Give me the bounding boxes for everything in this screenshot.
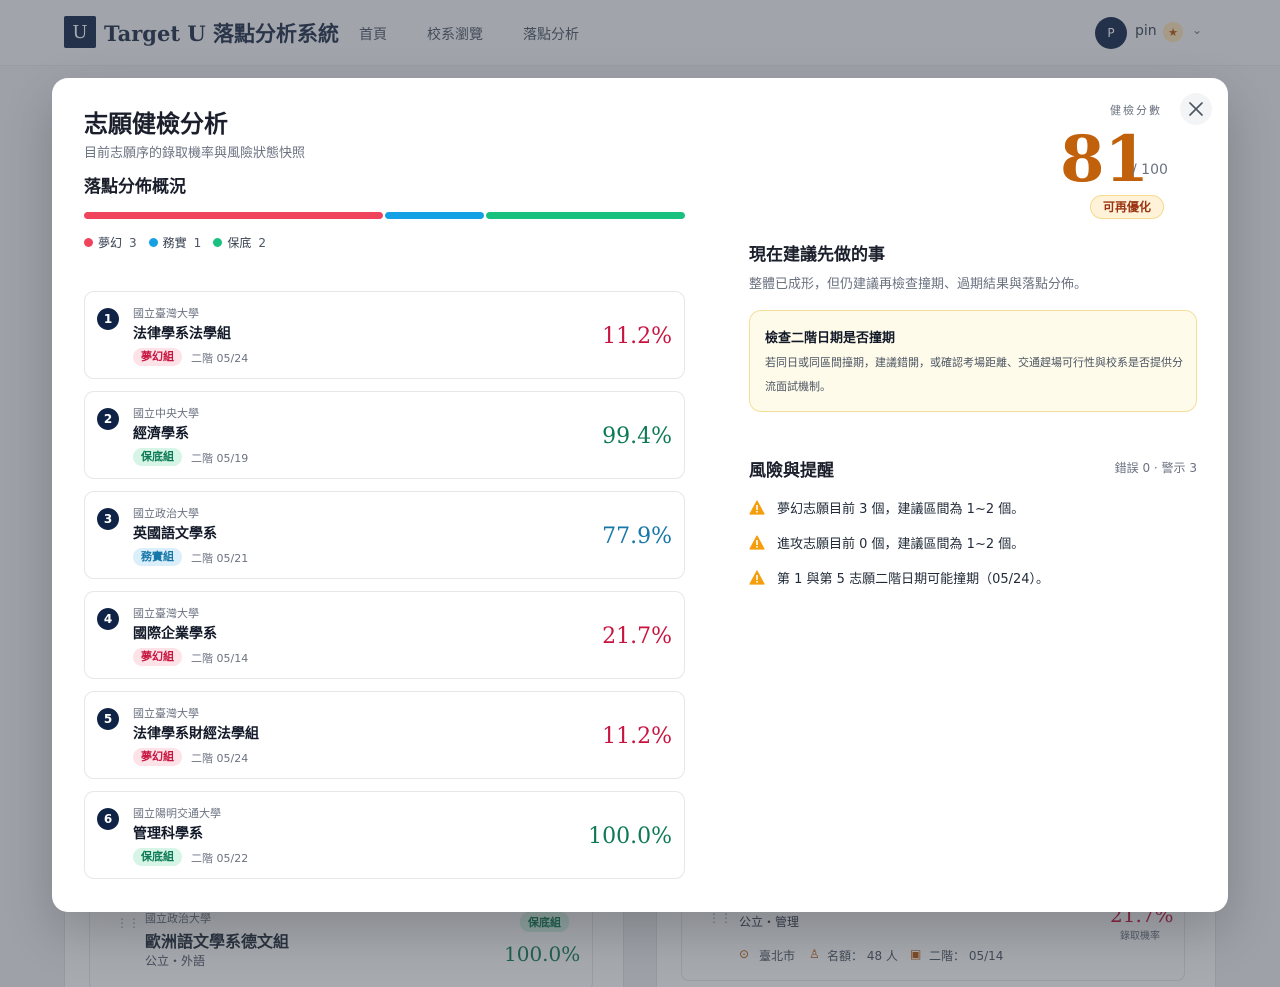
department-name: 英國語文學系 <box>133 526 217 542</box>
group-tag: 夢幻組 <box>133 348 182 366</box>
choice-item[interactable]: 1 國立臺灣大學法律學系法學組 夢幻組 二階 05/24 11.2% <box>84 291 685 379</box>
legend-label: 夢幻 <box>98 236 123 250</box>
distribution-segment <box>486 212 685 219</box>
warning-icon <box>749 500 765 515</box>
admission-probability: 11.2% <box>602 324 672 349</box>
close-button[interactable] <box>1180 93 1212 125</box>
legend-count: 1 <box>193 235 202 250</box>
risks-title: 風險與提醒 <box>749 461 834 481</box>
tip-card: 檢查二階日期是否撞期 若同日或同區間撞期，建議錯開，或確認考場距離、交通趕場可行… <box>749 310 1197 412</box>
score-label: 健檢分數 <box>1110 104 1162 117</box>
choice-item[interactable]: 3 國立政治大學英國語文學系 務實組 二階 05/21 77.9% <box>84 491 685 579</box>
warning-icon <box>749 570 765 585</box>
rank-number: 2 <box>97 408 119 430</box>
legend-item: 務實 1 <box>148 234 202 251</box>
distribution-title: 落點分佈概況 <box>84 177 186 197</box>
group-tag: 保底組 <box>133 448 182 466</box>
stage2-date: 二階 05/19 <box>191 452 249 465</box>
score-badge: 可再優化 <box>1090 195 1165 219</box>
risk-text: 第 1 與第 5 志願二階日期可能撞期（05/24）。 <box>777 572 1050 587</box>
modal-subtitle: 目前志願序的錄取機率與風險狀態快照 <box>84 146 306 161</box>
admission-probability: 11.2% <box>602 724 672 749</box>
choice-item[interactable]: 5 國立臺灣大學法律學系財經法學組 夢幻組 二階 05/24 11.2% <box>84 691 685 779</box>
department-name: 法律學系法學組 <box>133 326 231 342</box>
actions-title: 現在建議先做的事 <box>749 245 885 265</box>
stage2-date: 二階 05/24 <box>191 352 249 365</box>
warning-icon <box>749 535 765 550</box>
group-tag: 夢幻組 <box>133 748 182 766</box>
rank-number: 5 <box>97 708 119 730</box>
distribution-legend: 夢幻 3 務實 1 保底 2 <box>84 234 266 251</box>
legend-dot <box>213 238 223 247</box>
risk-item: 夢幻志願目前 3 個，建議區間為 1~2 個。 <box>749 498 1024 517</box>
risk-item: 第 1 與第 5 志願二階日期可能撞期（05/24）。 <box>749 568 1049 587</box>
stage2-date: 二階 05/14 <box>191 652 249 665</box>
department-name: 管理科學系 <box>133 826 203 842</box>
legend-count: 2 <box>258 235 266 250</box>
stage2-date: 二階 05/22 <box>191 852 249 865</box>
department-name: 經濟學系 <box>133 426 189 442</box>
rank-number: 6 <box>97 808 119 830</box>
risk-text: 夢幻志願目前 3 個，建議區間為 1~2 個。 <box>777 502 1025 517</box>
modal-title: 志願健檢分析 <box>84 109 228 138</box>
legend-label: 務實 <box>162 236 187 250</box>
stage2-date: 二階 05/21 <box>191 552 249 565</box>
group-tag: 夢幻組 <box>133 648 182 666</box>
risk-item: 進攻志願目前 0 個，建議區間為 1~2 個。 <box>749 533 1024 552</box>
risk-text: 進攻志願目前 0 個，建議區間為 1~2 個。 <box>777 537 1025 552</box>
tip-title: 檢查二階日期是否撞期 <box>765 331 896 346</box>
legend-item: 保底 2 <box>213 234 266 251</box>
admission-probability: 100.0% <box>588 824 672 849</box>
choice-item[interactable]: 4 國立臺灣大學國際企業學系 夢幻組 二階 05/14 21.7% <box>84 591 685 679</box>
distribution-segment <box>384 212 484 219</box>
school-name: 國立政治大學 <box>133 507 199 520</box>
distribution-bar <box>84 212 685 219</box>
score-value: 81 <box>1060 122 1150 197</box>
stage2-date: 二階 05/24 <box>191 752 249 765</box>
legend-count: 3 <box>129 235 137 250</box>
school-name: 國立臺灣大學 <box>133 607 199 620</box>
tip-body: 若同日或同區間撞期，建議錯開，或確認考場距離、交通趕場可行性與校系是否提供分流面… <box>765 356 1183 393</box>
group-tag: 務實組 <box>133 548 182 566</box>
school-name: 國立臺灣大學 <box>133 707 199 720</box>
department-name: 法律學系財經法學組 <box>133 726 259 742</box>
admission-probability: 77.9% <box>602 524 672 549</box>
legend-dot <box>84 238 93 247</box>
admission-probability: 99.4% <box>602 424 672 449</box>
choice-item[interactable]: 2 國立中央大學 經濟學系保底組 二階 05/19 99.4% <box>84 391 685 479</box>
school-name: 國立臺灣大學 <box>133 307 199 320</box>
rank-number: 1 <box>97 308 119 330</box>
choice-item[interactable]: 6 國立陽明交通大學 管理科學系保底組 二階 05/22 100.0% <box>84 791 685 879</box>
actions-subtitle: 整體已成形，但仍建議再檢查撞期、過期結果與落點分佈。 <box>749 277 1088 292</box>
legend-label: 保底 <box>227 236 252 250</box>
admission-probability: 21.7% <box>602 624 672 649</box>
department-name: 國際企業學系 <box>133 626 217 642</box>
school-name: 國立陽明交通大學 <box>133 807 221 820</box>
legend-dot <box>148 238 158 247</box>
rank-number: 4 <box>97 608 119 630</box>
rank-number: 3 <box>97 508 119 530</box>
close-icon <box>1189 102 1203 116</box>
score-max: / 100 <box>1132 162 1168 178</box>
health-check-modal: 志願健檢分析 目前志願序的錄取機率與風險狀態快照 落點分佈概況 夢幻 3 務實 1 保底… <box>52 78 1228 912</box>
group-tag: 保底組 <box>133 848 182 866</box>
school-name: 國立中央大學 <box>133 407 199 420</box>
legend-item: 夢幻 3 <box>84 234 137 251</box>
risks-count: 錯誤 0 · 警示 3 <box>1114 461 1197 475</box>
distribution-segment <box>84 212 383 219</box>
